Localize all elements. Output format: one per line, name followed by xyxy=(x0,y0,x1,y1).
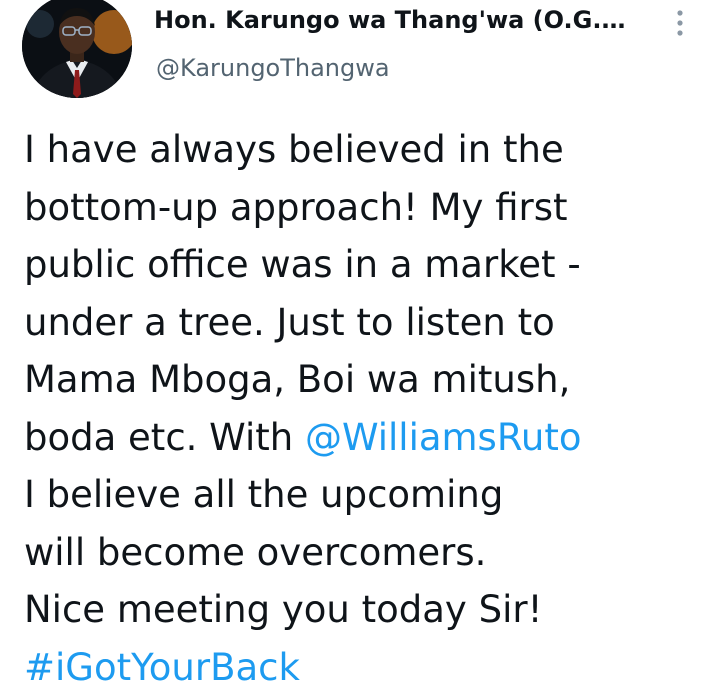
tweet-body: I have always believed in the bottom-up … xyxy=(24,121,704,696)
tweet-card: Hon. Karungo wa Thang'wa (O.G.… @Karungo… xyxy=(0,0,720,690)
tweet-line: Mama Mboga, Boi wa mitush, xyxy=(24,351,704,409)
more-options-button[interactable] xyxy=(668,6,692,40)
tweet-line: I have always believed in the xyxy=(24,121,704,179)
avatar-photo-icon xyxy=(22,0,132,98)
tweet-line: I believe all the upcoming xyxy=(24,466,704,524)
mention-link[interactable]: @WilliamsRuto xyxy=(305,416,582,459)
tweet-line-with-mention: boda etc. With @WilliamsRuto xyxy=(24,409,704,467)
tweet-line: will become overcomers. xyxy=(24,524,704,582)
vertical-dots-icon xyxy=(676,9,684,37)
tweet-line-text: boda etc. With xyxy=(24,416,305,459)
hashtag-link[interactable]: #iGotYourBack xyxy=(24,639,704,696)
tweet-line: under a tree. Just to listen to xyxy=(24,294,704,352)
tweet-line: Nice meeting you today Sir! xyxy=(24,581,704,639)
tweet-line: public office was in a market - xyxy=(24,236,704,294)
author-display-name[interactable]: Hon. Karungo wa Thang'wa (O.G.… xyxy=(154,4,625,36)
author-handle[interactable]: @KarungoThangwa xyxy=(156,52,390,84)
tweet-line: bottom-up approach! My first xyxy=(24,179,704,237)
author-avatar[interactable] xyxy=(22,0,132,98)
